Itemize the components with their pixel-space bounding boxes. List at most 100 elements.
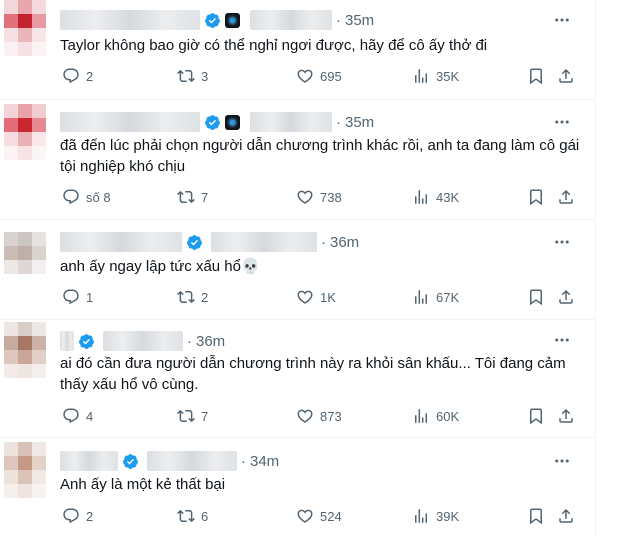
tweet-actions: 1 2 1K 67K xyxy=(60,287,590,307)
like-count: 738 xyxy=(320,189,342,205)
username-blurred[interactable] xyxy=(211,232,317,252)
avatar[interactable] xyxy=(4,322,46,394)
share-icon[interactable] xyxy=(556,66,576,86)
like-button[interactable]: 1K xyxy=(296,287,336,307)
avatar[interactable] xyxy=(4,104,46,176)
username-blurred[interactable] xyxy=(250,10,332,30)
view-count: 67K xyxy=(436,289,460,305)
heart-icon xyxy=(297,509,313,523)
like-count: 695 xyxy=(320,68,342,84)
tweet-header: · 35m xyxy=(60,8,374,32)
repost-count: 6 xyxy=(201,508,209,524)
views-button[interactable]: 39K xyxy=(412,506,459,526)
like-count: 524 xyxy=(320,508,342,524)
reply-count: 2 xyxy=(86,508,94,524)
tweet-feed: · 35m Taylor không bao giờ có thể nghỉ n… xyxy=(0,0,596,536)
views-icon xyxy=(415,190,427,204)
views-button[interactable]: 35K xyxy=(412,66,459,86)
repost-button[interactable]: 3 xyxy=(177,66,208,86)
tweet[interactable]: · 35m đã đến lúc phải chọn người dẫn chư… xyxy=(0,100,596,220)
verified-badge-icon xyxy=(79,333,94,349)
heart-icon xyxy=(297,409,313,423)
repost-count: 7 xyxy=(201,189,209,205)
tweet[interactable]: · 34m Anh ấy là một kẻ thất bại 2 6 524 … xyxy=(0,438,596,536)
like-button[interactable]: 524 xyxy=(296,506,342,526)
bookmark-icon[interactable] xyxy=(526,406,546,426)
reply-icon xyxy=(63,408,79,424)
heart-icon xyxy=(297,69,313,83)
share-icon[interactable] xyxy=(556,406,576,426)
reply-icon xyxy=(63,289,79,305)
like-count: 873 xyxy=(320,408,342,424)
reply-button[interactable]: 2 xyxy=(62,506,93,526)
like-button[interactable]: 873 xyxy=(296,406,342,426)
tweet-timestamp[interactable]: 35m xyxy=(345,114,374,131)
share-icon[interactable] xyxy=(556,187,576,207)
bookmark-icon[interactable] xyxy=(526,187,546,207)
heart-icon xyxy=(297,190,313,204)
avatar[interactable] xyxy=(4,442,46,514)
display-name-blurred[interactable] xyxy=(60,451,118,471)
display-name-blurred[interactable] xyxy=(60,112,200,132)
tweet[interactable]: · 36m anh ấy ngay lập tức xấu hổ💀 1 2 1K… xyxy=(0,220,596,320)
repost-button[interactable]: 2 xyxy=(177,287,208,307)
tweet[interactable]: · 36m ai đó cần đưa người dẫn chương trì… xyxy=(0,320,596,438)
username-blurred[interactable] xyxy=(103,331,183,351)
views-icon xyxy=(415,69,427,83)
avatar[interactable] xyxy=(4,232,46,304)
more-options-icon[interactable] xyxy=(552,451,572,471)
repost-button[interactable]: 6 xyxy=(177,506,208,526)
tweet-timestamp[interactable]: 36m xyxy=(196,333,225,350)
views-button[interactable]: 43K xyxy=(412,187,459,207)
reply-count: số 8 xyxy=(86,189,111,205)
reply-count: 2 xyxy=(86,68,94,84)
more-options-icon[interactable] xyxy=(552,112,572,132)
tweet-timestamp[interactable]: 36m xyxy=(330,234,359,251)
view-count: 39K xyxy=(436,508,460,524)
like-button[interactable]: 695 xyxy=(296,66,342,86)
verified-badge-icon xyxy=(205,114,220,130)
repost-button[interactable]: 7 xyxy=(177,406,208,426)
reply-icon xyxy=(63,68,79,84)
bookmark-icon[interactable] xyxy=(526,287,546,307)
more-options-icon[interactable] xyxy=(552,330,572,350)
views-button[interactable]: 60K xyxy=(412,406,459,426)
reply-count: 1 xyxy=(86,289,94,305)
display-name-blurred[interactable] xyxy=(60,10,200,30)
tweet-text: Taylor không bao giờ có thể nghỉ ngơi đư… xyxy=(60,37,488,54)
reply-button[interactable]: 1 xyxy=(62,287,93,307)
like-button[interactable]: 738 xyxy=(296,187,342,207)
avatar[interactable] xyxy=(4,0,46,72)
more-options-icon[interactable] xyxy=(552,232,572,252)
username-blurred[interactable] xyxy=(250,112,332,132)
reply-button[interactable]: 4 xyxy=(62,406,93,426)
verified-badge-icon xyxy=(123,453,138,469)
reply-button[interactable]: số 8 xyxy=(62,187,111,207)
verified-badge-icon xyxy=(205,12,220,28)
bookmark-icon[interactable] xyxy=(526,506,546,526)
reply-button[interactable]: 2 xyxy=(62,66,93,86)
display-name-blurred[interactable] xyxy=(60,331,74,351)
tweet[interactable]: · 35m Taylor không bao giờ có thể nghỉ n… xyxy=(0,0,596,100)
tweet-actions: 4 7 873 60K xyxy=(60,406,590,426)
share-icon[interactable] xyxy=(556,287,576,307)
tweet-timestamp[interactable]: 35m xyxy=(345,12,374,29)
share-icon[interactable] xyxy=(556,506,576,526)
more-options-icon[interactable] xyxy=(552,10,572,30)
repost-count: 2 xyxy=(201,289,209,305)
display-name-blurred[interactable] xyxy=(60,232,182,252)
username-blurred[interactable] xyxy=(147,451,237,471)
view-count: 43K xyxy=(436,189,460,205)
view-count: 60K xyxy=(436,408,460,424)
tweet-timestamp[interactable]: 34m xyxy=(250,453,279,470)
repost-icon xyxy=(177,409,195,423)
views-button[interactable]: 67K xyxy=(412,287,459,307)
tweet-header: · 34m xyxy=(60,449,279,473)
reply-count: 4 xyxy=(86,408,94,424)
tweet-actions: số 8 7 738 43K xyxy=(60,187,590,207)
repost-button[interactable]: 7 xyxy=(177,187,208,207)
tweet-actions: 2 3 695 35K xyxy=(60,66,590,86)
repost-count: 7 xyxy=(201,408,209,424)
repost-icon xyxy=(177,69,195,83)
bookmark-icon[interactable] xyxy=(526,66,546,86)
